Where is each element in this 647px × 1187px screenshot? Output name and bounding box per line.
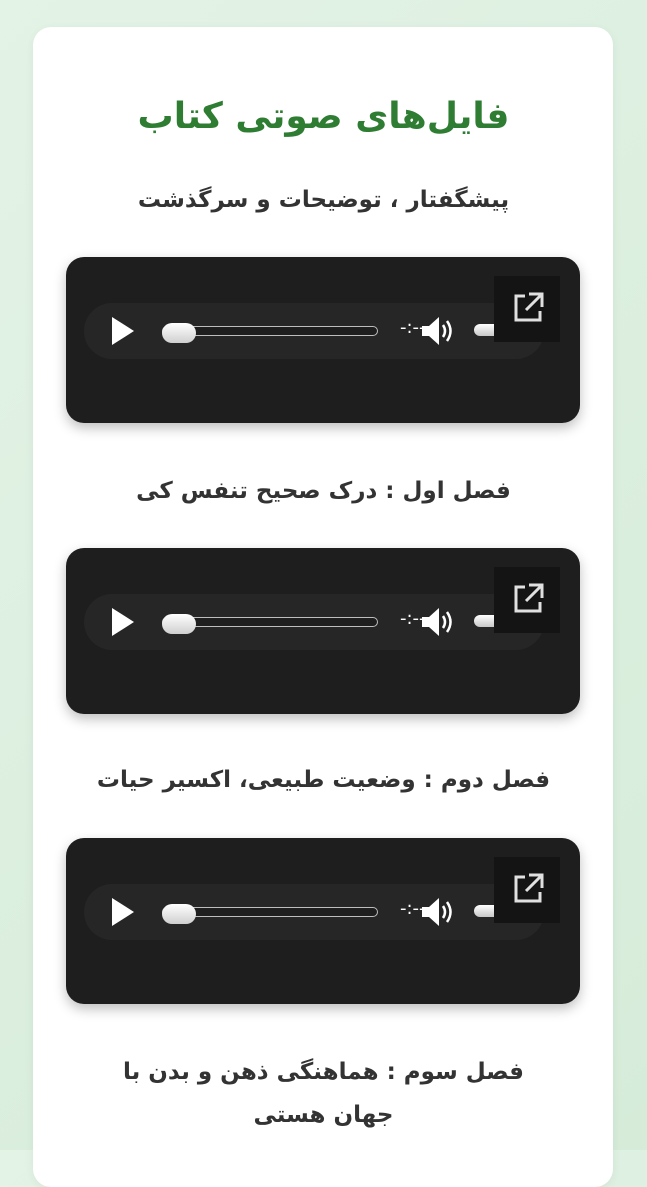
mute-button[interactable]: [420, 895, 458, 929]
play-icon: [112, 898, 134, 926]
external-link-icon: [514, 873, 544, 903]
progress-slider[interactable]: [162, 614, 380, 634]
progress-thumb[interactable]: [162, 904, 196, 924]
volume-icon: [422, 898, 452, 926]
external-link-icon: [514, 583, 544, 613]
play-button[interactable]: [108, 605, 138, 639]
volume-icon: [422, 317, 452, 345]
play-icon: [112, 608, 134, 636]
track-title-4: فصل سوم : هماهنگی ذهن و بدن با جهان هستی: [123, 1059, 524, 1128]
audio-player-1: -:--: [66, 257, 580, 423]
popout-button[interactable]: [494, 857, 560, 923]
mute-button[interactable]: [420, 605, 458, 639]
play-icon: [112, 317, 134, 345]
popout-button[interactable]: [494, 276, 560, 342]
progress-thumb[interactable]: [162, 614, 196, 634]
play-button[interactable]: [108, 895, 138, 929]
progress-thumb[interactable]: [162, 323, 196, 343]
volume-icon: [422, 608, 452, 636]
track-title-1: پیشگفتار ، توضیحات و سرگذشت: [137, 187, 510, 213]
track-title-2: فصل اول : درک صحیح تنفس کی: [136, 478, 511, 504]
track-title-3: فصل دوم : وضعیت طبیعی، اکسیر حیات: [96, 767, 551, 793]
popout-button[interactable]: [494, 567, 560, 633]
play-button[interactable]: [108, 314, 138, 348]
page-title: فایل‌های صوتی کتاب: [137, 96, 510, 137]
mute-button[interactable]: [420, 314, 458, 348]
external-link-icon: [514, 292, 544, 322]
audio-player-2: -:--: [66, 548, 580, 714]
progress-slider[interactable]: [162, 904, 380, 924]
progress-slider[interactable]: [162, 323, 380, 343]
audio-player-3: -:--: [66, 838, 580, 1004]
